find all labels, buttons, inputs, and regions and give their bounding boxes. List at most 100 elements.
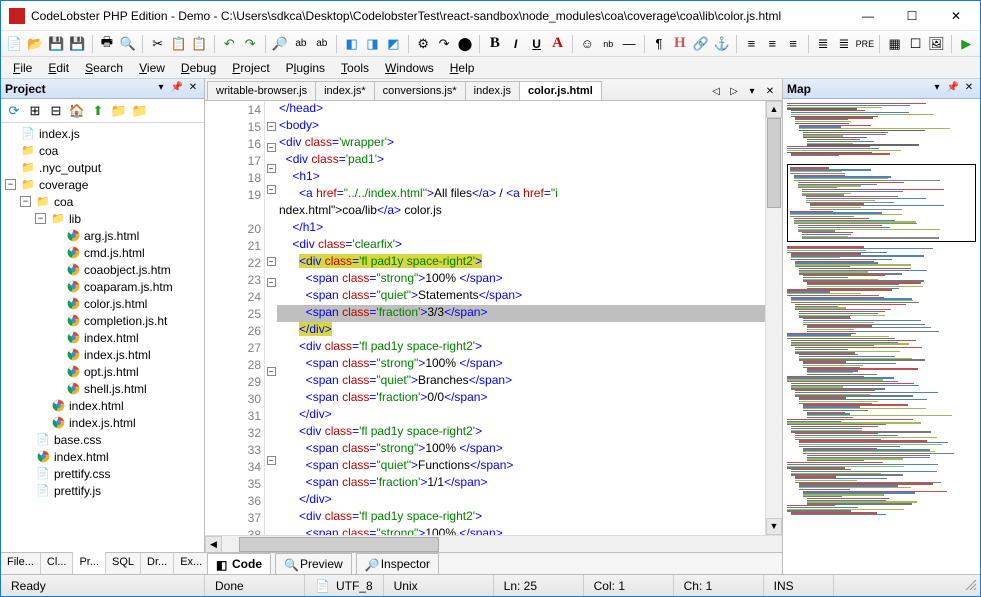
fold-toggle-icon[interactable]: − xyxy=(267,122,276,131)
tree-item[interactable]: 📄prettify.css xyxy=(1,465,204,482)
code-line[interactable]: <span class='fraction'>1/1</span> xyxy=(277,475,765,492)
pre-icon[interactable]: PRE xyxy=(855,34,874,54)
code-line[interactable]: <a href="../../index.html">All files</a>… xyxy=(277,186,765,203)
code-line[interactable]: <span class="strong">100% </span> xyxy=(277,271,765,288)
scroll-down-icon[interactable]: ▼ xyxy=(766,518,782,535)
project-tree[interactable]: 📄index.js📁coa📁.nyc_output−📁coverage−📁coa… xyxy=(1,123,204,552)
code-line[interactable]: <div class='pad1'> xyxy=(277,152,765,169)
tree-toggle-icon[interactable]: − xyxy=(35,213,46,224)
tab-list-icon[interactable]: ▾ xyxy=(744,86,760,100)
table-icon[interactable]: ▦ xyxy=(885,34,904,54)
replace-icon[interactable]: ab xyxy=(291,34,310,54)
code-line[interactable]: <span class="strong">100% </span> xyxy=(277,526,765,535)
panel-close-icon[interactable]: ✕ xyxy=(186,82,200,96)
editor-tab[interactable]: conversions.js* xyxy=(374,81,466,100)
find-icon[interactable]: 🔎 xyxy=(271,34,290,54)
tree-item[interactable]: −📁coverage xyxy=(1,176,204,193)
tab-close-icon[interactable]: ✕ xyxy=(762,86,778,100)
print-preview-icon[interactable]: 🔍 xyxy=(118,34,137,54)
debug-icon[interactable]: ⚙ xyxy=(414,34,433,54)
menu-view[interactable]: View xyxy=(131,59,173,77)
tree-item[interactable]: index.js.html xyxy=(1,414,204,431)
tree-item[interactable]: completion.js.ht xyxy=(1,312,204,329)
editor-tab[interactable]: writable-browser.js xyxy=(207,81,316,100)
menu-search[interactable]: Search xyxy=(77,59,131,77)
menu-plugins[interactable]: Plugins xyxy=(278,59,333,77)
code-line[interactable]: <body> xyxy=(277,118,765,135)
tree-item[interactable]: 📄index.js xyxy=(1,125,204,142)
paste-icon[interactable]: 📋 xyxy=(190,34,209,54)
collapse-all-icon[interactable]: ⊟ xyxy=(47,102,65,120)
save-all-icon[interactable]: 💾 xyxy=(68,34,87,54)
fold-column[interactable]: −−−−−−−−− xyxy=(265,101,277,535)
hr-icon[interactable]: — xyxy=(620,34,639,54)
expand-all-icon[interactable]: ⊞ xyxy=(26,102,44,120)
editor-tab[interactable]: index.js xyxy=(465,81,520,100)
horizontal-scrollbar[interactable]: ◀ xyxy=(205,535,782,552)
tree-toggle-icon[interactable]: − xyxy=(5,179,16,190)
image-icon[interactable]: 🖼 xyxy=(927,34,946,54)
menu-help[interactable]: Help xyxy=(442,59,483,77)
fold-toggle-icon[interactable]: − xyxy=(267,367,276,376)
scroll-left-icon[interactable]: ◀ xyxy=(205,536,222,553)
code-line[interactable]: <span class='fraction'>0/0</span> xyxy=(277,390,765,407)
tree-item[interactable]: coaparam.js.htm xyxy=(1,278,204,295)
minimap[interactable] xyxy=(783,99,980,574)
resize-grip-icon[interactable] xyxy=(964,578,980,594)
tree-item[interactable]: index.html xyxy=(1,329,204,346)
upload-icon[interactable]: ⬆ xyxy=(89,102,107,120)
panel-dropdown-icon[interactable]: ▾ xyxy=(930,82,944,96)
tree-item[interactable]: index.html xyxy=(1,397,204,414)
tree-item[interactable]: 📁coa xyxy=(1,142,204,159)
project-tab[interactable]: Ex... xyxy=(174,553,209,574)
tree-item[interactable]: shell.js.html xyxy=(1,380,204,397)
scroll-thumb-h[interactable] xyxy=(239,537,439,552)
code-line[interactable]: <div class='fl pad1y space-right2'> xyxy=(277,424,765,441)
project-tab[interactable]: Cl... xyxy=(41,553,74,574)
home-icon[interactable]: 🏠 xyxy=(68,102,86,120)
tree-item[interactable]: −📁coa xyxy=(1,193,204,210)
font-color-icon[interactable]: A xyxy=(548,34,567,54)
scroll-up-icon[interactable]: ▲ xyxy=(766,101,782,118)
properties-icon[interactable]: 📁 xyxy=(131,102,149,120)
project-tab[interactable]: Pr... xyxy=(73,552,106,574)
code-line[interactable]: </h1> xyxy=(277,220,765,237)
redo-icon[interactable]: ↷ xyxy=(241,34,260,54)
fold-toggle-icon[interactable]: − xyxy=(267,278,276,287)
code-line[interactable]: <span class='fraction'>3/3</span> xyxy=(277,305,765,322)
tree-item[interactable]: cmd.js.html xyxy=(1,244,204,261)
pilcrow-icon[interactable]: ¶ xyxy=(649,34,668,54)
code-line[interactable]: </div> xyxy=(277,407,765,424)
print-icon[interactable]: 🖶 xyxy=(98,34,117,54)
scroll-thumb[interactable] xyxy=(767,118,781,208)
tree-item[interactable]: 📄base.css xyxy=(1,431,204,448)
project-tab[interactable]: SQL xyxy=(106,553,141,574)
emoji-icon[interactable]: ☺ xyxy=(578,34,597,54)
editor-view-tab-preview[interactable]: 🔍Preview xyxy=(275,553,352,575)
anchor-icon[interactable]: ⚓ xyxy=(712,34,731,54)
code-line[interactable]: <span class="strong">100% </span> xyxy=(277,441,765,458)
editor-tab[interactable]: color.js.html xyxy=(519,81,602,100)
minimize-button[interactable]: — xyxy=(846,2,890,30)
status-insert-mode[interactable]: INS xyxy=(764,575,834,596)
tree-item[interactable]: opt.js.html xyxy=(1,363,204,380)
code-line[interactable]: <span class="quiet">Branches</span> xyxy=(277,373,765,390)
open-file-icon[interactable]: 📂 xyxy=(26,34,45,54)
tree-item[interactable]: index.js.html xyxy=(1,346,204,363)
vertical-scrollbar[interactable]: ▲ ▼ xyxy=(765,101,782,535)
list-ul-icon[interactable]: ≣ xyxy=(834,34,853,54)
bookmark-prev-icon[interactable]: ◩ xyxy=(384,34,403,54)
code-line[interactable]: <span class="quiet">Functions</span> xyxy=(277,458,765,475)
italic-icon[interactable]: I xyxy=(506,34,525,54)
fold-toggle-icon[interactable]: − xyxy=(267,143,276,152)
project-tab[interactable]: Dr... xyxy=(141,553,174,574)
editor-view-tab-code[interactable]: ◧Code xyxy=(207,553,271,575)
tab-prev-icon[interactable]: ◁ xyxy=(708,86,724,100)
fold-toggle-icon[interactable]: − xyxy=(267,257,276,266)
panel-pin-icon[interactable]: 📌 xyxy=(170,82,184,96)
status-encoding-cell[interactable]: 📄 UTF_8 xyxy=(305,575,384,596)
code-line[interactable]: <div class='clearfix'> xyxy=(277,237,765,254)
menu-edit[interactable]: Edit xyxy=(40,59,77,77)
underline-icon[interactable]: U xyxy=(527,34,546,54)
status-eol[interactable]: Unix xyxy=(384,575,494,596)
